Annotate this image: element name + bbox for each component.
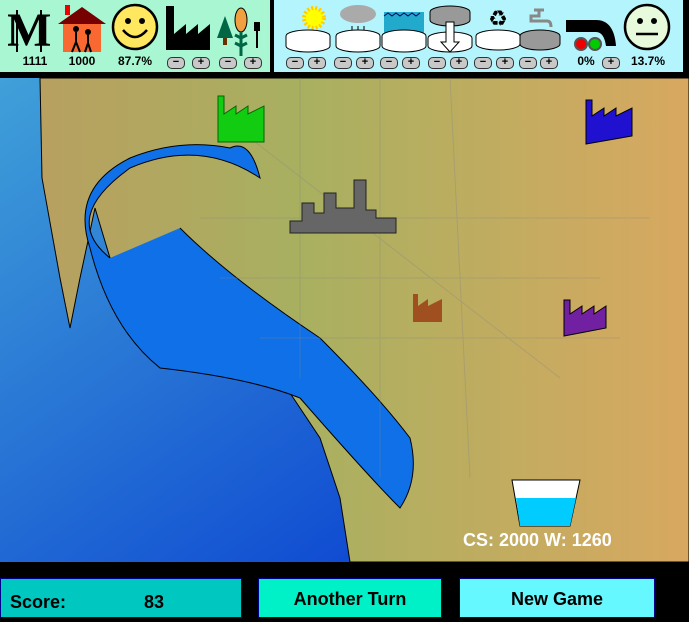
recycle-plus-button[interactable]: + [496,57,514,69]
water-sources-panel: − + − + − + − + ♻ − + − + 0% + 13.7% [274,0,683,72]
sun-minus-button[interactable]: − [286,57,304,69]
sun-plus-button[interactable]: + [308,57,326,69]
svg-text:M: M [8,4,50,52]
leak-rate-value: 0% [577,54,595,68]
neutral-face-icon [622,2,672,52]
money-icon: M [8,2,50,52]
rain-reservoir-icon [334,2,382,54]
groundwater-icon [426,2,474,56]
new-game-button[interactable]: New Game [459,578,655,618]
resources-panel: M 1111 1000 87.7% − + − + [0,0,270,72]
ocean-plus-button[interactable]: + [402,57,420,69]
rain-minus-button[interactable]: − [334,57,352,69]
tap-plus-button[interactable]: + [540,57,558,69]
score-box: Score: 83 [0,578,242,618]
house-icon [56,2,108,54]
tap-icon [518,2,562,54]
recycle-icon: ♻ [474,2,522,54]
city-map[interactable]: CS: 2000 W: 1260 [0,78,689,562]
ocean-minus-button[interactable]: − [380,57,398,69]
farm-minus-button[interactable]: − [219,57,237,69]
svg-text:♻: ♻ [488,6,508,31]
sun-reservoir-icon [284,2,332,54]
population-value: 1000 [68,54,96,68]
groundwater-minus-button[interactable]: − [428,57,446,69]
tap-minus-button[interactable]: − [519,57,537,69]
factory-minus-button[interactable]: − [167,57,185,69]
farm-icon [215,2,267,56]
dissatisfaction-value: 13.7% [630,54,666,68]
farm-plus-button[interactable]: + [244,57,262,69]
another-turn-button[interactable]: Another Turn [258,578,442,618]
leaky-pipe-icon [564,2,620,52]
groundwater-plus-button[interactable]: + [450,57,468,69]
money-value: 1111 [22,54,48,68]
water-tank-icon [511,479,581,527]
happiness-value: 87.7% [117,54,153,68]
capacity-readout: CS: 2000 W: 1260 [463,530,612,550]
ocean-desal-icon [380,2,428,54]
factory-plus-button[interactable]: + [192,57,210,69]
score-value: 83 [144,592,165,612]
recycle-minus-button[interactable]: − [474,57,492,69]
smiley-icon [111,2,159,52]
leak-plus-button[interactable]: + [602,57,620,69]
factory-icon [164,2,212,50]
rain-plus-button[interactable]: + [356,57,374,69]
map-terrain [0,78,689,562]
score-label: Score: [10,592,67,612]
